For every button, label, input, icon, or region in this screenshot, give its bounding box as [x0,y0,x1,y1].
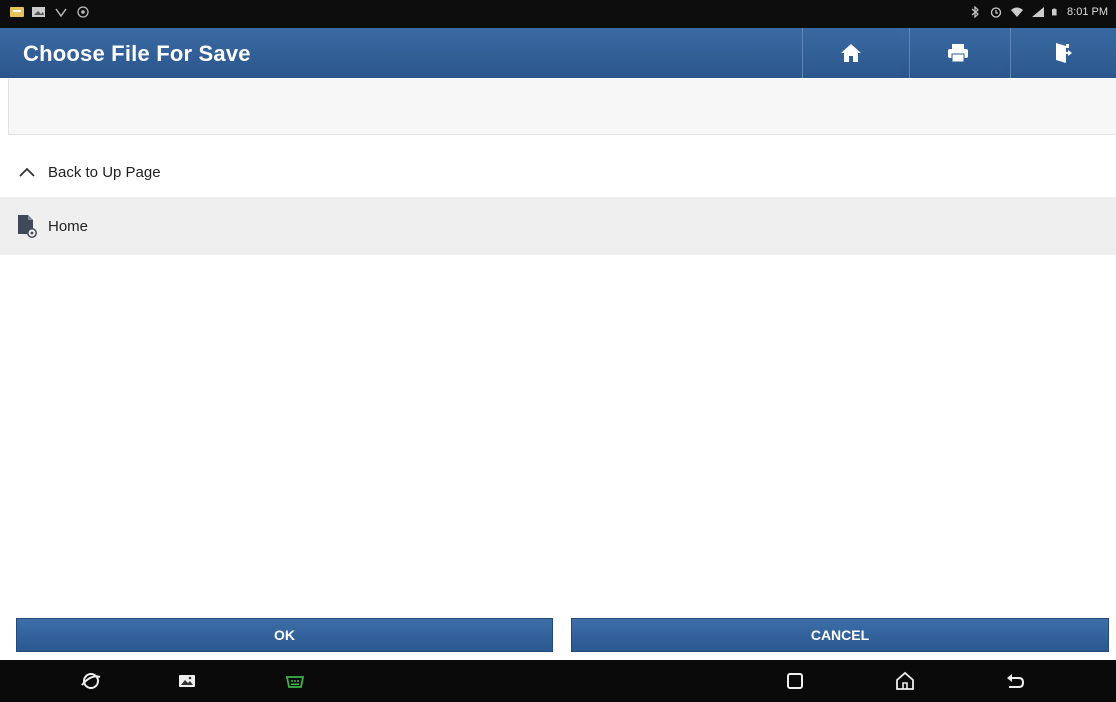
back-icon[interactable] [1004,670,1026,692]
print-button[interactable] [909,28,1006,78]
alarm-icon [990,7,1002,18]
home-button[interactable] [802,28,899,78]
obd-icon[interactable] [284,670,306,692]
wifi-icon [1011,7,1024,17]
diag-icon [55,8,67,18]
exit-icon [1056,43,1072,63]
settings-circle-icon [77,6,89,18]
header-bar: Choose File For Save [0,28,1116,78]
back-to-up-page-label: Back to Up Page [48,163,161,181]
navigation-bar [0,660,1116,702]
notification-icon [10,7,24,17]
status-right-icons: 8:01 PM [968,6,1108,18]
status-time: 8:01 PM [1067,6,1108,18]
page-title: Choose File For Save [23,41,251,66]
status-left-icons [10,6,90,18]
home-nav-icon[interactable] [894,670,916,692]
cancel-button[interactable]: CANCEL [571,618,1109,652]
browser-icon[interactable] [80,670,102,692]
chevron-up-icon [19,167,35,177]
list-item-label: Home [48,217,89,235]
exit-button[interactable] [1010,28,1116,78]
ok-button[interactable]: OK [16,618,553,652]
bluetooth-icon [971,6,979,18]
status-bar: 8:01 PM [0,0,1116,28]
path-field [8,79,1116,135]
gallery-icon[interactable] [176,670,198,692]
home-icon [841,44,861,62]
signal-icon [1032,7,1045,17]
battery-icon [1052,8,1057,16]
file-icon [18,215,37,238]
gallery-icon [32,7,45,17]
back-to-up-page-row[interactable]: Back to Up Page [0,143,1116,201]
print-icon [948,44,968,63]
list-item-home[interactable]: Home [0,197,1116,255]
recents-icon[interactable] [784,670,806,692]
